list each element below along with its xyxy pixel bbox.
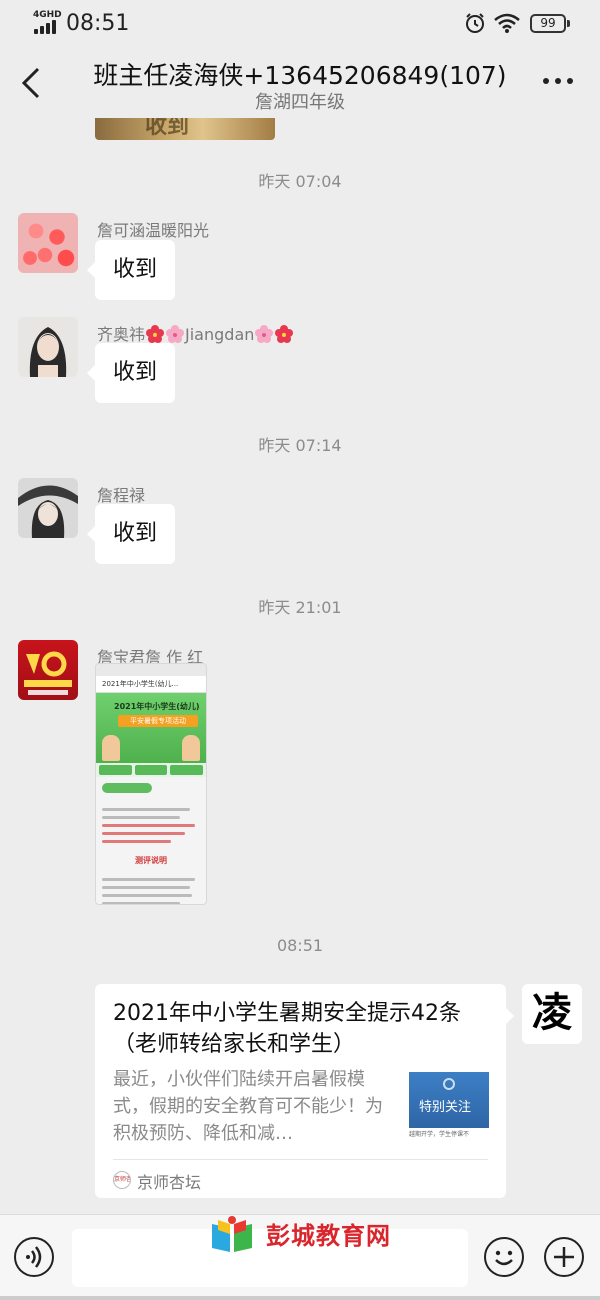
timestamp: 08:51 — [276, 936, 324, 955]
child-figure — [182, 735, 200, 761]
book-logo-icon — [212, 1216, 252, 1252]
hibiscus-emoji-icon — [146, 325, 165, 343]
previous-image-caption: 收到 — [145, 118, 190, 139]
image-statusbar — [96, 664, 206, 676]
emoji-button[interactable] — [484, 1237, 524, 1277]
party-anniversary-logo — [24, 651, 72, 695]
nav-bar-strip — [0, 1296, 600, 1300]
thumbnail-label: 特别关注 — [419, 1100, 472, 1115]
network-type: 4GHD — [33, 10, 62, 20]
status-bar: 4GHD 08:51 99 — [0, 0, 600, 46]
link-card-thumbnail: 特别关注 越期开学，学生停课不 — [409, 1072, 489, 1142]
portrait-image — [29, 327, 67, 377]
image-pill — [102, 783, 152, 793]
avatar[interactable] — [18, 478, 78, 538]
sender-name: 詹程禄 — [97, 486, 146, 505]
image-banner-subtitle: 平安暑假专项活动 — [118, 715, 198, 727]
sender-name-prefix: 齐奥祎 — [97, 325, 146, 344]
divider — [113, 1159, 488, 1160]
link-card[interactable]: 2021年中小学生暑期安全提示42条（老师转给家长和学生） 最近，小伙伴们陆续开… — [95, 984, 514, 1198]
image-banner: 2021年中小学生(幼儿) 平安暑假专项活动 — [96, 693, 206, 763]
alarm-icon — [466, 13, 484, 33]
image-tabs — [96, 763, 206, 777]
globe-icon — [443, 1078, 455, 1090]
message-bubble[interactable]: 收到 — [86, 504, 176, 564]
avatar[interactable] — [18, 317, 78, 377]
message-bubble[interactable]: 收到 — [86, 343, 176, 403]
image-tab-title: 2021年中小学生(幼儿... — [96, 676, 206, 693]
avatar[interactable] — [18, 640, 78, 700]
plus-icon — [554, 1247, 574, 1267]
battery-level: 99 — [540, 16, 556, 30]
timestamp: 昨天 07:14 — [258, 436, 342, 455]
hibiscus-emoji-icon — [275, 325, 294, 343]
portrait-image — [18, 485, 78, 538]
image-text-lines — [96, 799, 206, 852]
back-arrow-icon[interactable] — [18, 66, 46, 100]
sender-name: 詹可涵温暖阳光 — [97, 221, 210, 240]
my-avatar[interactable]: 凌 — [522, 984, 582, 1044]
cherry-blossom-emoji-icon — [166, 325, 185, 343]
link-card-title: 2021年中小学生暑期安全提示42条（老师转给家长和学生） — [113, 1001, 461, 1057]
more-functions-button[interactable] — [544, 1237, 584, 1277]
voice-input-button[interactable] — [14, 1237, 54, 1277]
watermark-logo: 彭城教育网 — [208, 1212, 408, 1256]
message-bubble[interactable]: 收到 — [86, 240, 176, 300]
child-figure — [102, 735, 120, 761]
chat-title: 班主任凌海侠+13645206849(107) — [93, 61, 507, 90]
image-section-title: 测评说明 — [135, 856, 167, 865]
battery-icon: 99 — [530, 14, 570, 33]
sender-name: 齐奥祎 Jiangdan — [97, 321, 294, 345]
wifi-icon — [494, 13, 520, 33]
watermark-text: 彭城教育网 — [266, 1222, 391, 1250]
previous-image-message[interactable]: 收到 — [95, 118, 275, 140]
image-text-lines — [96, 869, 206, 904]
thumbnail-footer: 越期开学，学生停课不 — [409, 1128, 489, 1142]
signal-icon — [34, 20, 60, 34]
cherry-blossom-emoji-icon — [255, 325, 274, 343]
link-card-source: 京师杏坛 — [137, 1173, 202, 1192]
status-time: 08:51 — [66, 11, 130, 36]
image-banner-title: 2021年中小学生(幼儿) — [114, 702, 200, 711]
emoji-icon — [495, 1250, 513, 1266]
link-card-description: 最近，小伙伴们陆续开启暑假模式，假期的安全教育可不能少！为积极预防、降低和减… — [113, 1069, 383, 1144]
sender-name-main: Jiangdan — [185, 325, 255, 344]
timestamp: 昨天 21:01 — [258, 598, 342, 617]
shared-image-message[interactable]: 2021年中小学生(幼儿... 2021年中小学生(幼儿) 平安暑假专项活动 测… — [95, 663, 207, 905]
chat-subtitle: 詹湖四年级 — [255, 92, 345, 113]
more-options-icon[interactable] — [540, 74, 576, 88]
source-logo-icon: 京师杏坛 — [113, 1171, 131, 1189]
timestamp: 昨天 07:04 — [258, 172, 342, 191]
voice-icon — [26, 1246, 42, 1268]
avatar[interactable] — [18, 213, 78, 273]
